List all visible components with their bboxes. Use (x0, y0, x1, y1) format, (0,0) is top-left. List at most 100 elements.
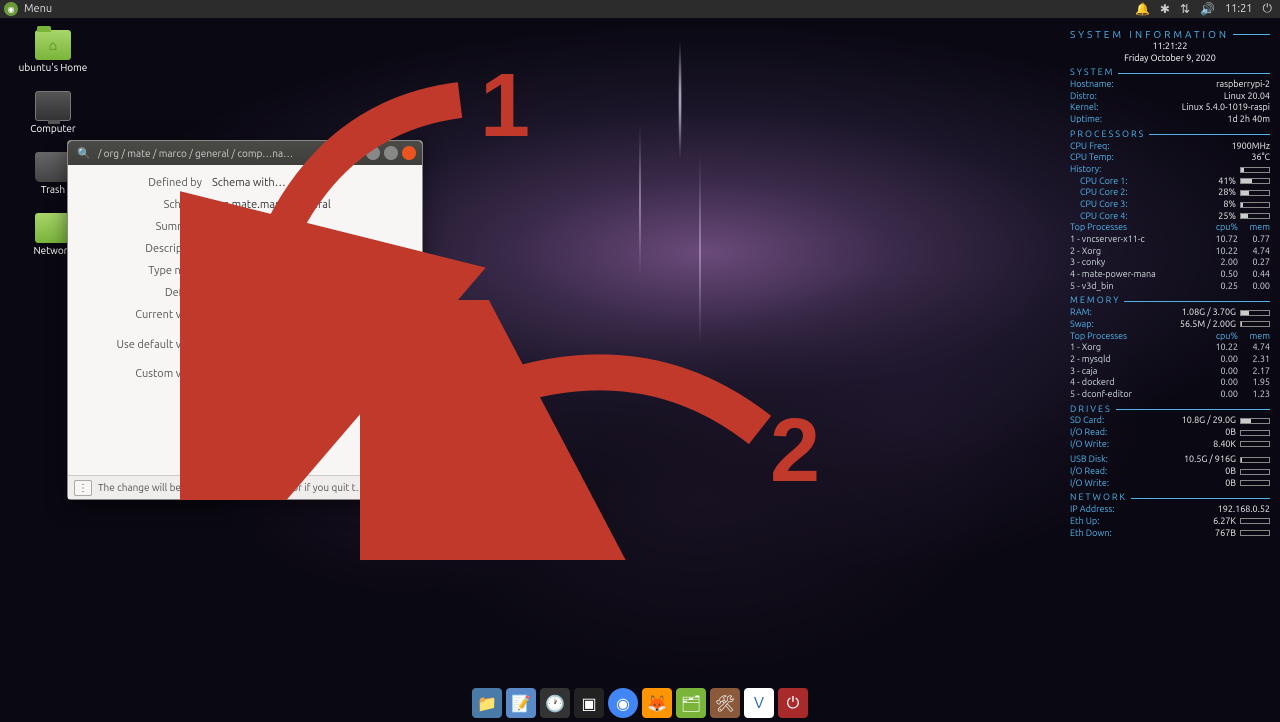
icon-label: ubuntu's Home (19, 62, 88, 73)
proc-row: 3 - conky (1070, 257, 1202, 269)
system-section: SYSTEM (1070, 67, 1270, 79)
desktop-icon-home[interactable]: ubuntu's Home (18, 30, 88, 73)
description-value: D… Marco is a compositing m… (212, 243, 408, 255)
proc-row: 5 - v3d_bin (1070, 281, 1202, 293)
cpufreq-value: 1900MHz (1231, 141, 1270, 153)
hostname-value: raspberrypi-2 (1216, 79, 1270, 91)
uptime-value: 1d 2h 40m (1227, 114, 1270, 126)
breadcrumb[interactable]: / org / mate / marco / general / comp…na… (98, 148, 326, 159)
computer-icon (35, 91, 71, 121)
ioread2-value: 0B (1225, 466, 1236, 476)
folder-home-icon (35, 30, 71, 60)
mem-row: 3 - caja (1070, 366, 1202, 378)
volume-icon[interactable]: 🔊 (1200, 2, 1215, 16)
footer-message: The change will be applied on such reque… (98, 482, 368, 493)
window-footer: ⋮ The change will be applied on such req… (68, 475, 422, 499)
window-close-button[interactable] (402, 146, 416, 160)
notification-icon[interactable]: 🔔 (1135, 2, 1150, 16)
core4-value: 25% (1218, 211, 1236, 221)
iowrite2-value: 0B (1225, 478, 1236, 488)
typename-label: Type name (82, 265, 212, 277)
summary-label: Summary (82, 221, 212, 233)
core1-value: 41% (1218, 176, 1236, 186)
mem-row: 1 - Xorg (1070, 342, 1202, 354)
star-icon[interactable]: ☆ (330, 147, 346, 160)
network-folder-icon (35, 213, 71, 243)
dock-firefox-icon[interactable]: 🦊 (642, 688, 672, 718)
desktop-icon-computer[interactable]: Computer (18, 91, 88, 134)
description-label: Description (82, 243, 212, 255)
typename-value: Boolean (212, 265, 408, 277)
true-option[interactable]: True (256, 369, 296, 386)
summary-value: …manager (212, 221, 408, 233)
dock-filemanager-icon[interactable]: 🗂 (676, 688, 706, 718)
hamburger-icon[interactable]: ≡ (350, 147, 362, 159)
sdcard-value: 10.8G / 29.0G (1182, 415, 1236, 425)
trash-icon (35, 152, 71, 182)
custom-value-segmented: False True (212, 368, 297, 387)
power-icon[interactable]: ⏻ (1263, 2, 1273, 16)
network-updown-icon[interactable]: ⇅ (1180, 2, 1190, 16)
proc-row: 1 - vncserver-x11-c (1070, 234, 1202, 246)
usb-value: 10.5G / 916G (1184, 454, 1236, 464)
current-value: false (212, 309, 408, 321)
dconf-editor-window: 🔍 / org / mate / marco / general / comp…… (67, 140, 423, 500)
proc-row: 4 - mate-power-mana (1070, 269, 1202, 281)
icon-label: Computer (30, 123, 75, 134)
defined-by-label: Defined by (82, 177, 212, 189)
window-minimize-button[interactable] (366, 146, 380, 160)
proc-row: 2 - Xorg (1070, 246, 1202, 258)
distro-logo-icon[interactable]: ◉ (4, 2, 18, 16)
window-titlebar[interactable]: 🔍 / org / mate / marco / general / comp…… (68, 141, 422, 165)
dock-settings-icon[interactable]: 🛠 (710, 688, 740, 718)
apply-button[interactable]: ✔ (374, 480, 392, 496)
use-default-toggle[interactable] (212, 339, 258, 357)
dock-vnc-icon[interactable]: V (744, 688, 774, 718)
default-value: false (212, 287, 408, 299)
ram-value: 1.08G / 3.70G (1182, 307, 1236, 317)
window-maximize-button[interactable] (384, 146, 398, 160)
conky-title: SYSTEM INFORMATION (1070, 28, 1270, 41)
conky-time: 11:21:22 (1070, 41, 1270, 53)
mem-row: 5 - dconf-editor (1070, 389, 1202, 401)
custom-value-label: Custom value (82, 368, 212, 380)
dock-shutdown-icon[interactable]: ⏻ (778, 688, 808, 718)
dock: 📁 📝 🕐 ▣ ◉ 🦊 🗂 🛠 V ⏻ (464, 684, 816, 722)
dock-clock-icon[interactable]: 🕐 (540, 688, 570, 718)
schema-label: Schema (82, 199, 212, 211)
network-section: NETWORK (1070, 492, 1270, 504)
ethup-value: 6.27K (1213, 516, 1236, 526)
iowrite-value: 8.40K (1213, 439, 1236, 449)
window-body: Defined bySchema with… Schemaorg.mate.ma… (68, 165, 422, 475)
menu-button[interactable]: Menu (24, 3, 52, 15)
dock-editor-icon[interactable]: 📝 (506, 688, 536, 718)
conky-date: Friday October 9, 2020 (1070, 53, 1270, 65)
top-panel: ◉ Menu 🔔 ✱ ⇅ 🔊 11:21 ⏻ (0, 0, 1280, 18)
icon-label: Trash (41, 184, 65, 195)
ip-value: 192.168.0.52 (1218, 504, 1270, 516)
ethdown-value: 767B (1215, 528, 1236, 538)
cputemp-value: 36°C (1251, 152, 1270, 164)
distro-value: Linux 20.04 (1224, 91, 1270, 103)
default-label: Default (82, 287, 212, 299)
dock-files-icon[interactable]: 📁 (472, 688, 502, 718)
footer-menu-button[interactable]: ⋮ (74, 480, 92, 496)
bluetooth-icon[interactable]: ✱ (1160, 2, 1170, 16)
kernel-value: Linux 5.4.0-1019-raspi (1182, 102, 1270, 114)
search-icon[interactable]: 🔍 (74, 147, 94, 160)
conky-panel: SYSTEM INFORMATION 11:21:22 Friday Octob… (1070, 28, 1270, 539)
panel-clock[interactable]: 11:21 (1225, 3, 1253, 15)
swap-value: 56.5M / 2.00G (1180, 319, 1236, 329)
current-value-label: Current value (82, 309, 212, 321)
dock-chromium-icon[interactable]: ◉ (608, 688, 638, 718)
use-default-label: Use default value (82, 339, 212, 351)
false-option[interactable]: False (213, 369, 256, 386)
dock-terminal-icon[interactable]: ▣ (574, 688, 604, 718)
ioread-value: 0B (1225, 427, 1236, 437)
processors-section: PROCESSORS (1070, 129, 1270, 141)
history-bar (1240, 167, 1270, 173)
mem-row: 4 - dockerd (1070, 377, 1202, 389)
drives-section: DRIVES (1070, 404, 1270, 416)
discard-button[interactable]: ✖ (398, 480, 416, 496)
core2-value: 28% (1218, 187, 1236, 197)
